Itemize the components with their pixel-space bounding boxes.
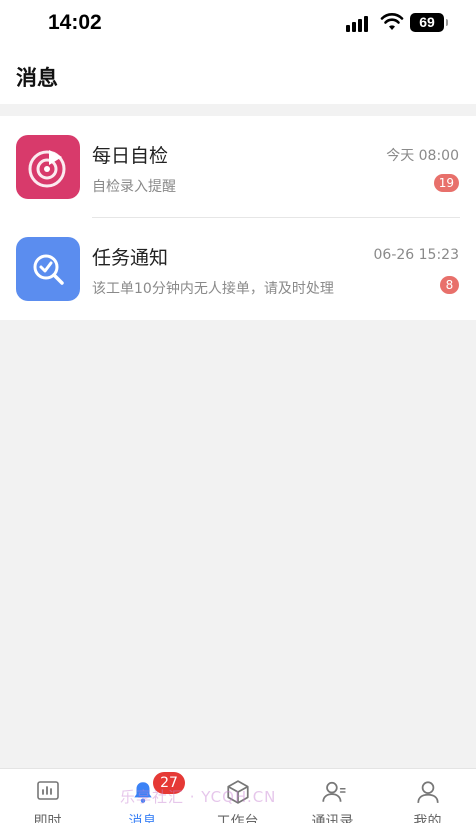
app-screen: 14:02 69 消息 每日自检 今天 08:00 自检录入提醒 19 任务通知… [0,0,476,823]
message-time: 今天 08:00 [386,148,459,164]
radar-icon [16,135,80,199]
message-preview: 该工单10分钟内无人接单，请及时处理 [92,281,334,297]
message-time: 06-26 15:23 [373,247,459,263]
unread-badge: 19 [433,174,459,192]
battery-icon: 69 [410,13,448,32]
signal-icon [346,14,372,32]
user-icon [416,781,439,803]
message-preview: 自检录入提醒 [92,179,176,195]
header: 消息 [0,46,476,104]
message-title: 任务通知 [92,247,169,269]
cube-icon [226,780,249,804]
message-title: 每日自检 [92,145,169,167]
contacts-icon [321,781,346,802]
tab-profile[interactable]: 我的 [380,769,475,823]
tab-instant[interactable]: 即时 [0,769,95,823]
chart-icon [36,781,59,800]
wifi-icon [380,13,404,30]
battery-level: 69 [419,14,435,30]
message-list: 每日自检 今天 08:00 自检录入提醒 19 任务通知 06-26 15:23… [0,116,476,320]
list-item-task-notice[interactable]: 任务通知 06-26 15:23 该工单10分钟内无人接单，请及时处理 8 [0,218,476,320]
tab-label: 即时 [33,814,62,823]
list-item-daily-check[interactable]: 每日自检 今天 08:00 自检录入提醒 19 [0,116,476,218]
tab-label: 我的 [413,814,442,823]
status-time: 14:02 [48,11,102,34]
page-title: 消息 [16,66,58,90]
unread-badge: 8 [440,276,459,294]
tab-badge: 27 [153,772,185,794]
bell-icon [133,782,152,803]
search-check-icon [16,237,80,301]
status-bar: 14:02 69 [0,0,476,46]
